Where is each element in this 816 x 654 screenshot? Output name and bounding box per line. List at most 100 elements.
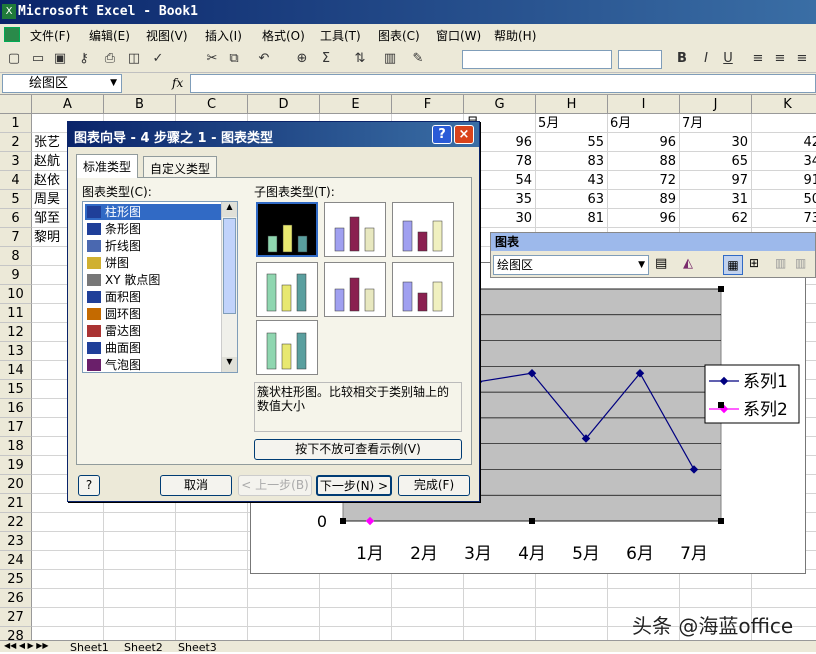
chart-subtype-option[interactable] — [256, 262, 318, 317]
new-icon[interactable]: ▢ — [6, 51, 22, 67]
cell[interactable]: 72 — [610, 171, 676, 190]
preview-sample-button[interactable]: 按下不放可查看示例(V) — [254, 439, 462, 460]
chart-type-item[interactable]: 面积图 — [85, 289, 221, 305]
chart-subtype-option[interactable] — [256, 202, 318, 257]
chevron-down-icon[interactable]: ▼ — [110, 75, 117, 92]
menu-tools[interactable]: 工具(T) — [320, 27, 361, 44]
font-size-select[interactable] — [618, 50, 662, 69]
scroll-up-icon[interactable]: ▲ — [222, 202, 237, 217]
legend-icon[interactable]: ▦ — [723, 255, 743, 275]
font-name-select[interactable] — [462, 50, 612, 69]
tab-standard-types[interactable]: 标准类型 — [76, 154, 139, 178]
back-button[interactable]: < 上一步(B) — [238, 475, 312, 496]
row-header[interactable]: 13 — [0, 342, 32, 361]
row-header[interactable]: 1 — [0, 114, 32, 133]
autosum-icon[interactable]: Σ — [318, 51, 334, 67]
column-header[interactable]: H — [536, 95, 608, 114]
cell[interactable]: 30 — [682, 133, 748, 152]
row-header[interactable]: 8 — [0, 247, 32, 266]
close-button[interactable]: × — [454, 125, 474, 144]
sheet-tab-2[interactable]: Sheet2 — [124, 641, 163, 654]
row-header[interactable]: 25 — [0, 570, 32, 589]
row-header[interactable]: 9 — [0, 266, 32, 285]
fx-label[interactable]: fx — [172, 76, 183, 90]
menu-insert[interactable]: 插入(I) — [205, 27, 242, 44]
help-button[interactable]: ? — [432, 125, 452, 144]
menu-file[interactable]: 文件(F) — [30, 27, 70, 44]
cell[interactable]: 55 — [538, 133, 604, 152]
chart-type-item[interactable]: 柱形图 — [85, 204, 221, 220]
row-header[interactable]: 26 — [0, 589, 32, 608]
row-header[interactable]: 19 — [0, 456, 32, 475]
bold-icon[interactable]: B — [674, 51, 690, 67]
cell[interactable]: 34 — [754, 152, 816, 171]
align-center-icon[interactable]: ≡ — [772, 51, 788, 67]
tab-custom-types[interactable]: 自定义类型 — [143, 156, 218, 178]
column-header[interactable]: C — [176, 95, 248, 114]
row-header[interactable]: 20 — [0, 475, 32, 494]
scrollbar[interactable]: ▲ ▼ — [221, 202, 237, 372]
chart-type-item[interactable]: 雷达图 — [85, 323, 221, 339]
row-header[interactable]: 16 — [0, 399, 32, 418]
menu-help[interactable]: 帮助(H) — [494, 27, 536, 44]
scroll-down-icon[interactable]: ▼ — [222, 357, 237, 372]
column-header[interactable]: G — [464, 95, 536, 114]
formula-input[interactable] — [190, 74, 816, 93]
underline-icon[interactable]: U — [720, 51, 736, 67]
chart-type-list[interactable]: ▲ ▼ 柱形图 条形图 折线图 饼图 XY 散点图 面积图 圆环图 雷达图 曲面图 气泡图 — [82, 201, 238, 373]
permission-icon[interactable]: ⚷ — [76, 51, 92, 67]
cell[interactable]: 43 — [538, 171, 604, 190]
cell[interactable]: 31 — [682, 190, 748, 209]
cell[interactable]: 62 — [682, 209, 748, 228]
row-header[interactable]: 27 — [0, 608, 32, 627]
format-chart-icon[interactable]: ▤ — [655, 256, 667, 271]
menu-chart[interactable]: 图表(C) — [378, 27, 420, 44]
by-column-icon[interactable]: ▥ — [795, 256, 806, 270]
chart-object-select[interactable]: 绘图区 ▼ — [493, 255, 649, 275]
chevron-down-icon[interactable]: ▼ — [638, 256, 645, 274]
row-header[interactable]: 23 — [0, 532, 32, 551]
cell[interactable]: 89 — [610, 190, 676, 209]
cell[interactable]: 6月 — [610, 114, 676, 133]
row-header[interactable]: 17 — [0, 418, 32, 437]
name-box[interactable]: 绘图区 ▼ — [2, 74, 122, 93]
chart-subtype-option[interactable] — [324, 262, 386, 317]
row-header[interactable]: 11 — [0, 304, 32, 323]
row-header[interactable]: 12 — [0, 323, 32, 342]
finish-button[interactable]: 完成(F) — [398, 475, 470, 496]
cell[interactable]: 42 — [754, 133, 816, 152]
cell[interactable]: 65 — [682, 152, 748, 171]
column-header[interactable]: K — [752, 95, 816, 114]
save-icon[interactable]: ▣ — [52, 51, 68, 67]
cancel-button[interactable]: 取消 — [160, 475, 232, 496]
drawing-icon[interactable]: ✎ — [410, 51, 426, 67]
tab-scroll-icon[interactable]: ◀◀ ◀ ▶ ▶▶ — [4, 641, 49, 650]
cell[interactable]: 7月 — [682, 114, 748, 133]
chart-type-item[interactable]: 折线图 — [85, 238, 221, 254]
cell[interactable]: 83 — [538, 152, 604, 171]
menu-edit[interactable]: 编辑(E) — [89, 27, 130, 44]
column-header[interactable]: A — [32, 95, 104, 114]
spelling-icon[interactable]: ✓ — [150, 51, 166, 67]
cell[interactable]: 50 — [754, 190, 816, 209]
by-row-icon[interactable]: ▥ — [775, 256, 786, 270]
column-header[interactable]: F — [392, 95, 464, 114]
column-header[interactable]: B — [104, 95, 176, 114]
cell[interactable]: 63 — [538, 190, 604, 209]
align-right-icon[interactable]: ≡ — [794, 51, 810, 67]
row-header[interactable]: 4 — [0, 171, 32, 190]
chart-wizard-icon[interactable]: ▥ — [382, 51, 398, 67]
column-header[interactable]: E — [320, 95, 392, 114]
row-header[interactable]: 14 — [0, 361, 32, 380]
cell[interactable]: 5月 — [538, 114, 604, 133]
chart-subtype-option[interactable] — [392, 262, 454, 317]
wizard-help-button[interactable]: ? — [78, 475, 100, 496]
italic-icon[interactable]: I — [698, 51, 714, 67]
undo-icon[interactable]: ↶ — [256, 51, 272, 67]
chart-type-item[interactable]: 饼图 — [85, 255, 221, 271]
scroll-thumb[interactable] — [223, 218, 236, 314]
copy-icon[interactable]: ⧉ — [226, 51, 242, 67]
sort-icon[interactable]: ⇅ — [352, 51, 368, 67]
chart-type-item[interactable]: 圆环图 — [85, 306, 221, 322]
column-header[interactable]: J — [680, 95, 752, 114]
